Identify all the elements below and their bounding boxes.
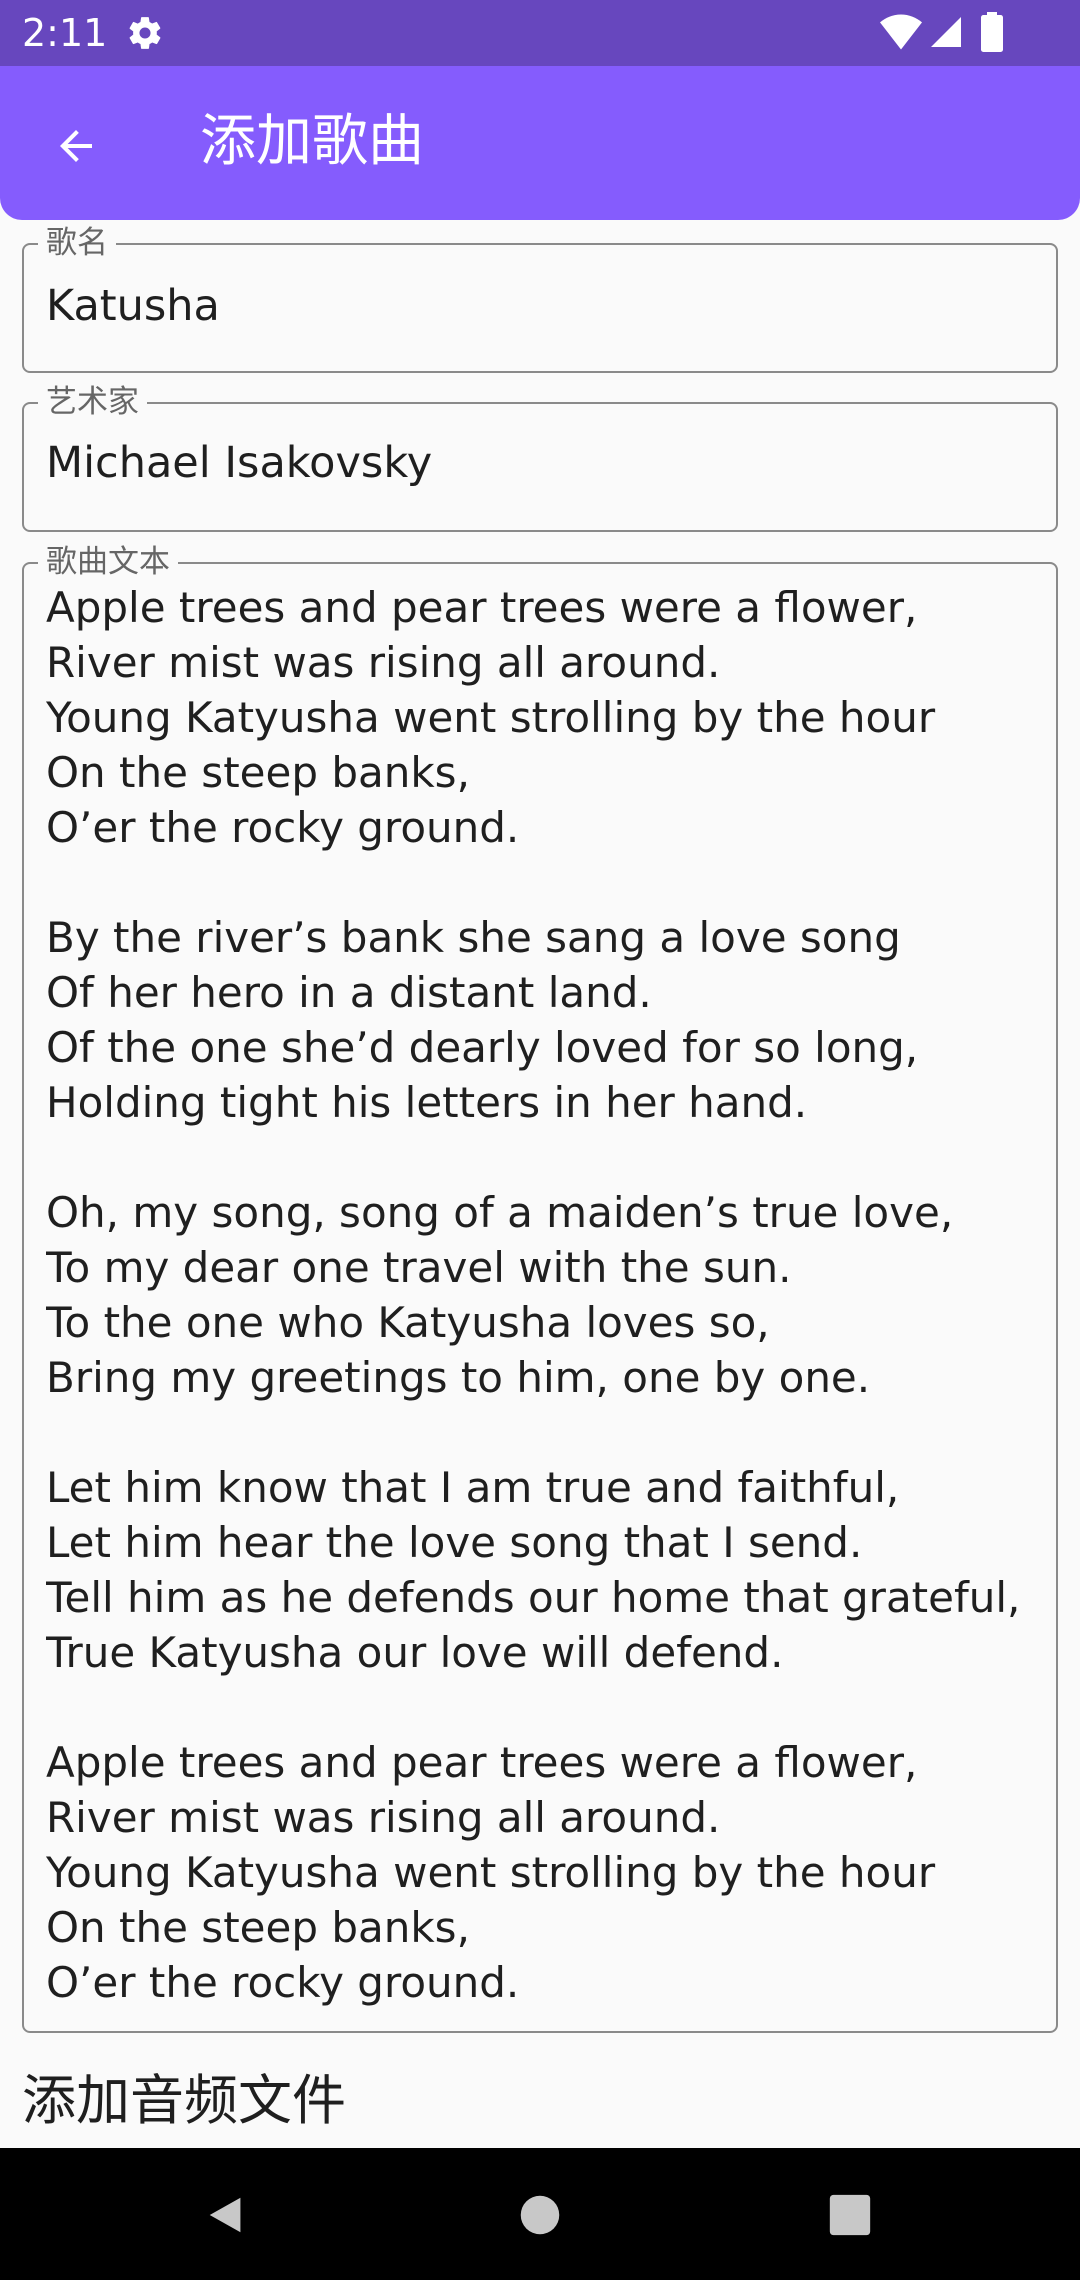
status-bar: 2:11 [0,0,1080,66]
wifi-icon [880,14,922,50]
nav-home-icon[interactable] [519,2194,561,2236]
artist-label: 艺术家 [38,384,147,420]
nav-recents-icon[interactable] [828,2193,872,2237]
settings-gear-icon [129,17,161,49]
back-button[interactable] [36,106,116,186]
song-title-label: 歌名 [38,225,116,261]
song-title-field[interactable]: 歌名 Katusha [22,225,1058,373]
lyrics-field[interactable]: 歌曲文本 Apple trees and pear trees were a f… [22,544,1058,2033]
app-bar: 添加歌曲 [0,66,1080,220]
lyrics-textarea[interactable]: Apple trees and pear trees were a flower… [46,580,1046,2010]
page-title: 添加歌曲 [200,109,424,174]
artist-field[interactable]: 艺术家 Michael Isakovsky [22,384,1058,532]
arrow-back-icon [60,130,92,162]
nav-back-icon[interactable] [204,2192,250,2238]
status-time: 2:11 [22,11,108,55]
navigation-bar [0,2148,1080,2280]
lyrics-label: 歌曲文本 [38,544,178,580]
add-audio-heading: 添加音频文件 [22,2069,346,2132]
screen: 2:11 添加歌曲 歌名 Katusha 艺术家 Michael Isakovs… [0,0,1080,2280]
artist-input[interactable]: Michael Isakovsky [46,438,432,488]
battery-icon [981,12,1003,52]
cell-signal-icon [931,17,961,47]
song-title-input[interactable]: Katusha [46,281,220,331]
